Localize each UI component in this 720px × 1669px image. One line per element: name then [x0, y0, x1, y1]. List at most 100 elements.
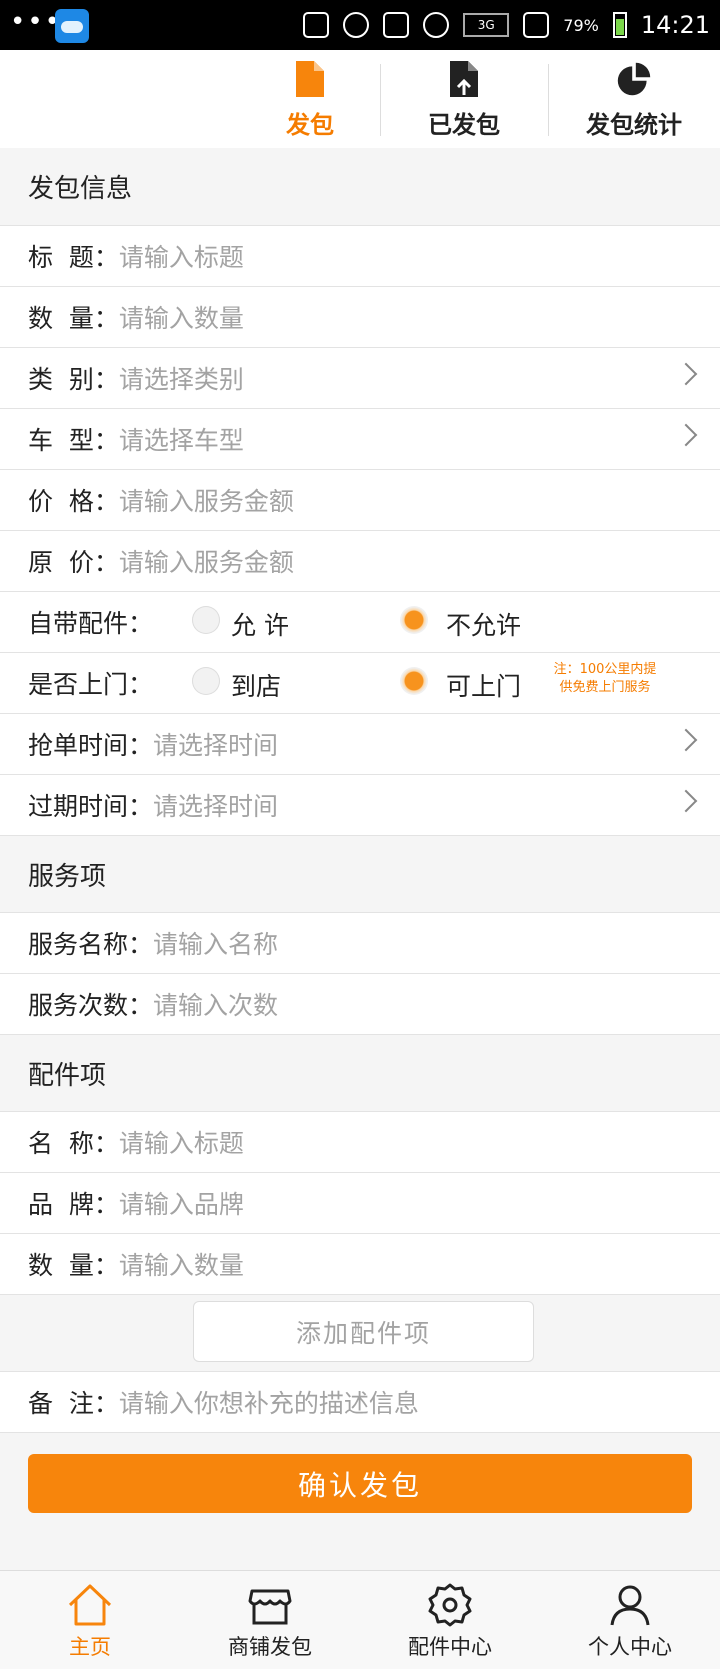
radio-allow[interactable]: [192, 606, 220, 634]
nav-parts-center[interactable]: 配件中心: [360, 1571, 540, 1669]
title-field[interactable]: 标 题： 请输入标题: [0, 226, 720, 287]
vibrate-icon: [303, 12, 330, 38]
home-service-row: 是否上门： 到店 可上门 注：100公里内提 供免费上门服务: [0, 653, 720, 714]
nav-label: 个人中心: [588, 1634, 672, 1659]
field-label: 服务次数：: [28, 991, 154, 1020]
nav-label: 商铺发包: [228, 1634, 312, 1659]
field-label: 数 量：: [28, 1251, 119, 1280]
radio-home[interactable]: [400, 667, 428, 695]
expire-time-value: 请选择时间: [153, 792, 279, 821]
section-title: 发包信息: [28, 174, 133, 204]
part-brand-field[interactable]: 品 牌： 请输入品牌: [0, 1173, 720, 1234]
radio-allow-label[interactable]: 允 许: [231, 606, 289, 642]
field-label: 类 别：: [28, 365, 119, 394]
car-model-value: 请选择车型: [118, 426, 244, 455]
radio-home-label[interactable]: 可上门: [446, 667, 521, 703]
shop-icon: [248, 1589, 292, 1624]
note-line: 注：100公里内提: [553, 662, 657, 677]
section-parts-item: 配件项: [0, 1035, 720, 1112]
pie-chart-icon: [617, 62, 651, 95]
grab-time-value: 请选择时间: [153, 731, 279, 760]
section-package-info: 发包信息: [0, 148, 720, 226]
field-label: 车 型：: [28, 426, 119, 455]
quantity-input[interactable]: 请输入数量: [119, 299, 244, 335]
chevron-right-icon: [674, 423, 698, 447]
nav-label: 主页: [69, 1634, 111, 1659]
remarks-field[interactable]: 备 注： 请输入你想补充的描述信息: [0, 1372, 720, 1433]
battery-icon: [612, 12, 627, 38]
document-upload-icon: [450, 60, 478, 97]
chevron-right-icon: [674, 728, 698, 752]
part-quantity-field[interactable]: 数 量： 请输入数量: [0, 1234, 720, 1295]
tab-publish-label: 发包: [286, 110, 334, 139]
status-bar: ••• 3G 79% 14:21: [0, 0, 720, 50]
part-name-input[interactable]: 请输入标题: [119, 1124, 244, 1160]
section-title: 服务项: [28, 861, 107, 892]
car-model-select[interactable]: 车 型： 请选择车型: [0, 409, 720, 470]
sim-icon: [523, 12, 550, 38]
service-name-input[interactable]: 请输入名称: [153, 925, 278, 961]
note-line: 供免费上门服务: [559, 680, 651, 695]
confirm-publish-button[interactable]: 确认发包: [28, 1454, 692, 1513]
own-parts-row: 自带配件： 允 许 不允许: [0, 592, 720, 653]
signal-icon: 3G: [463, 13, 510, 37]
chevron-right-icon: [674, 362, 698, 386]
quantity-field[interactable]: 数 量： 请输入数量: [0, 287, 720, 348]
price-field[interactable]: 价 格： 请输入服务金额: [0, 470, 720, 531]
radio-disallow[interactable]: [400, 606, 428, 634]
gear-icon: [428, 1583, 472, 1626]
section-title: 配件项: [28, 1060, 107, 1091]
field-label: 原 价：: [28, 548, 119, 577]
home-service-note: 注：100公里内提 供免费上门服务: [530, 661, 680, 697]
tab-published[interactable]: 已发包: [380, 50, 548, 148]
price-input[interactable]: 请输入服务金额: [119, 482, 294, 518]
headset-icon: [383, 12, 410, 38]
cloud-app-icon: [55, 9, 89, 43]
original-price-input[interactable]: 请输入服务金额: [119, 543, 294, 579]
part-brand-input[interactable]: 请输入品牌: [119, 1185, 244, 1221]
remarks-input[interactable]: 请输入你想补充的描述信息: [119, 1384, 419, 1420]
part-name-field[interactable]: 名 称： 请输入标题: [0, 1112, 720, 1173]
status-icons: 3G 79% 14:21: [303, 8, 710, 42]
tab-statistics-label: 发包统计: [586, 110, 682, 139]
field-label: 标 题：: [28, 243, 119, 272]
wifi-icon: [423, 12, 450, 38]
service-name-field[interactable]: 服务名称： 请输入名称: [0, 913, 720, 974]
original-price-field[interactable]: 原 价： 请输入服务金额: [0, 531, 720, 592]
radio-disallow-label[interactable]: 不允许: [446, 606, 521, 642]
tab-publish[interactable]: 发包: [240, 50, 380, 148]
user-icon: [610, 1585, 650, 1625]
expire-time-select[interactable]: 过期时间： 请选择时间: [0, 775, 720, 836]
home-icon: [68, 1584, 112, 1625]
battery-percent: 79%: [563, 15, 599, 35]
add-part-area: 添加配件项: [0, 1295, 720, 1372]
radio-store[interactable]: [192, 667, 220, 695]
part-quantity-input[interactable]: 请输入数量: [119, 1246, 244, 1282]
nav-label: 配件中心: [408, 1634, 492, 1659]
grab-time-select[interactable]: 抢单时间： 请选择时间: [0, 714, 720, 775]
section-service-item: 服务项: [0, 836, 720, 913]
category-value: 请选择类别: [118, 365, 244, 394]
field-label: 过期时间：: [28, 792, 154, 821]
field-label: 品 牌：: [28, 1190, 119, 1219]
document-icon: [296, 60, 324, 97]
service-count-input[interactable]: 请输入次数: [153, 986, 278, 1022]
top-tab-bar: 发包 已发包 发包统计: [0, 50, 720, 148]
field-label: 是否上门：: [28, 670, 154, 699]
field-label: 服务名称：: [28, 930, 154, 959]
nav-personal-center[interactable]: 个人中心: [540, 1571, 720, 1669]
nav-shop-publish[interactable]: 商铺发包: [180, 1571, 360, 1669]
field-label: 抢单时间：: [28, 731, 154, 760]
tab-statistics[interactable]: 发包统计: [548, 50, 720, 148]
alarm-icon: [343, 12, 370, 38]
title-input[interactable]: 请输入标题: [119, 238, 244, 274]
chevron-right-icon: [674, 789, 698, 813]
field-label: 价 格：: [28, 487, 119, 516]
service-count-field[interactable]: 服务次数： 请输入次数: [0, 974, 720, 1035]
add-part-button[interactable]: 添加配件项: [193, 1301, 534, 1362]
radio-store-label[interactable]: 到店: [231, 667, 281, 703]
field-label: 数 量：: [28, 304, 119, 333]
field-label: 名 称：: [28, 1129, 119, 1158]
nav-home[interactable]: 主页: [0, 1571, 180, 1669]
category-select[interactable]: 类 别： 请选择类别: [0, 348, 720, 409]
